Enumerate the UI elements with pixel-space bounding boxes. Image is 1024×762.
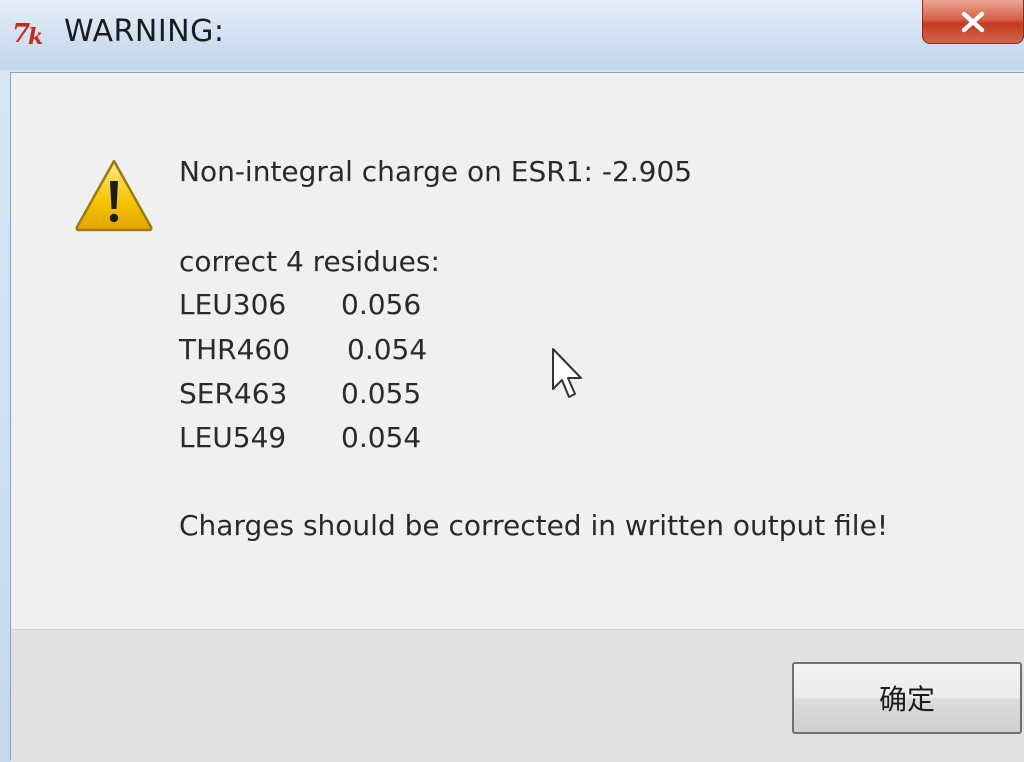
close-button[interactable] (922, 0, 1024, 44)
residue-name: SER463 (179, 377, 288, 410)
residues-heading: correct 4 residues: (179, 245, 440, 278)
close-icon (961, 11, 985, 32)
title-bar[interactable]: 7 k WARNING: (0, 0, 1024, 70)
tk-feather-icon: 7 k (12, 19, 43, 50)
button-area: 确定 (11, 629, 1024, 762)
residue-row: THR460 0.054 (179, 333, 427, 366)
window-title: WARNING: (64, 14, 225, 49)
residue-value: 0.056 (341, 288, 422, 321)
dialog-client-area: Non-integral charge on ESR1: -2.905 corr… (10, 72, 1024, 762)
warning-dialog-window: 7 k WARNING: Non-integral charge on ESR1… (0, 0, 1024, 762)
residue-row: SER463 0.055 (179, 377, 421, 410)
warning-icon (75, 159, 153, 232)
ok-button[interactable]: 确定 (792, 662, 1022, 734)
residue-value: 0.054 (341, 421, 422, 454)
svg-text:k: k (28, 24, 43, 50)
residue-value: 0.055 (341, 377, 422, 410)
headline-text: Non-integral charge on ESR1: -2.905 (179, 155, 693, 188)
message-area: Non-integral charge on ESR1: -2.905 corr… (11, 73, 1024, 629)
footer-message: Charges should be corrected in written o… (179, 509, 889, 542)
residue-value: 0.054 (347, 333, 428, 366)
mouse-cursor-icon (552, 348, 582, 398)
residue-name: LEU306 (179, 288, 287, 321)
residue-row: LEU549 0.054 (179, 421, 421, 454)
residue-row: LEU306 0.056 (179, 288, 421, 321)
residue-name: THR460 (179, 333, 291, 366)
residue-name: LEU549 (179, 421, 287, 454)
